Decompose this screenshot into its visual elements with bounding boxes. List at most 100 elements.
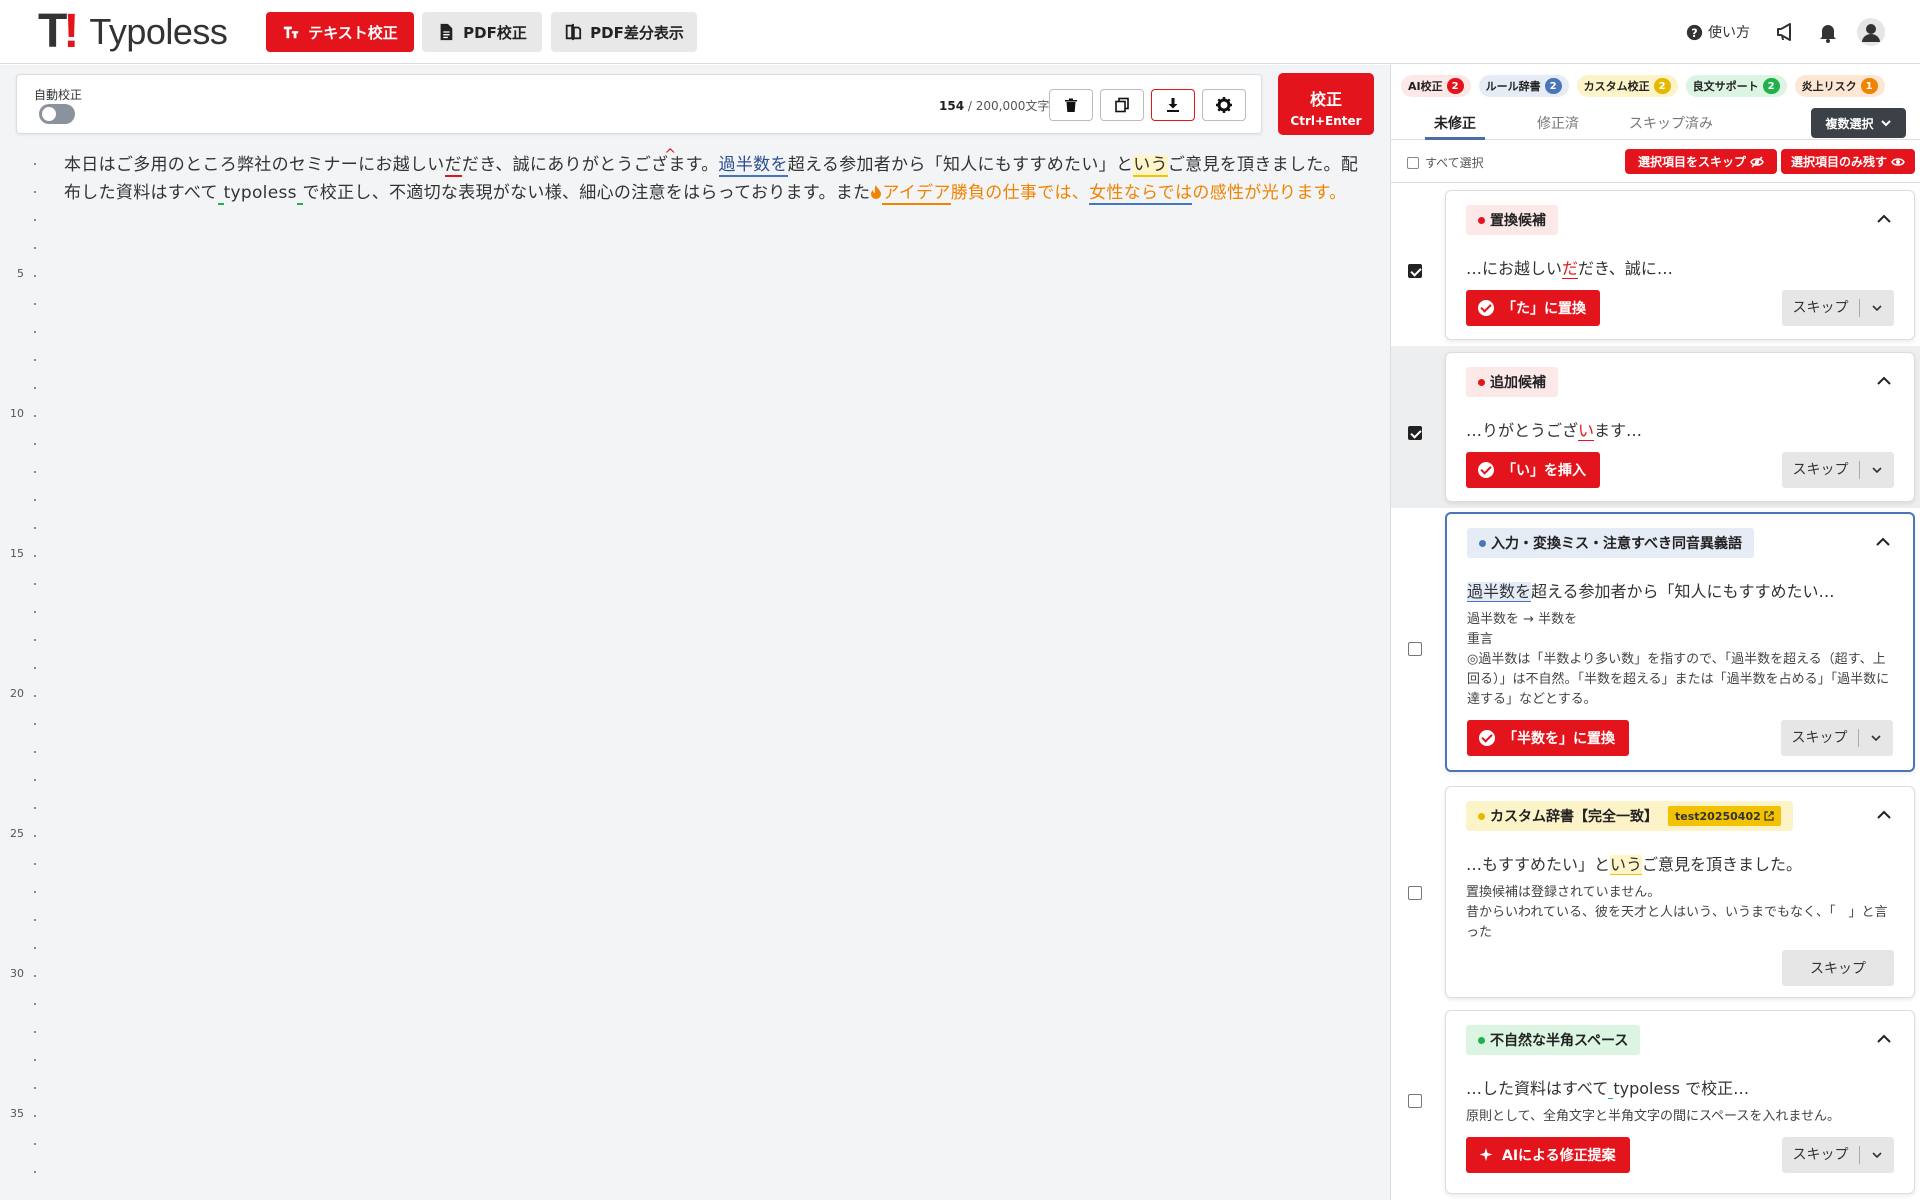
skip-selected-button[interactable]: 選択項目をスキップ: [1625, 149, 1777, 174]
risk-mark-idea[interactable]: アイデア: [882, 183, 951, 205]
apply-fix-button[interactable]: 「半数を」に置換: [1467, 720, 1629, 756]
document-text[interactable]: 本日はご多用のところ弊社のセミナーにお越しいだだき、誠にありがとうござます。過半…: [64, 151, 1366, 207]
category-chip[interactable]: ルール辞書 2: [1478, 75, 1569, 97]
proofread-shortcut: Ctrl+Enter: [1290, 114, 1362, 128]
char-count: 154 / 200,000文字: [939, 97, 1049, 114]
skip-dropdown[interactable]: [1859, 732, 1893, 744]
card-snippet: …した資料はすべて typoless で校正…: [1466, 1075, 1749, 1099]
suggestion-card[interactable]: 不自然な半角スペース …した資料はすべて typoless で校正… 原則として…: [1445, 1010, 1915, 1194]
skip-dropdown[interactable]: [1860, 302, 1894, 314]
category-chip[interactable]: カスタム校正 2: [1576, 75, 1678, 97]
line-number: 20: [10, 687, 24, 700]
error-mark-iu[interactable]: いう: [1133, 155, 1168, 177]
line-number: 25: [10, 827, 24, 840]
line-marker: [34, 835, 36, 837]
row-checkbox[interactable]: [1408, 642, 1422, 656]
suggestion-card[interactable]: 追加候補 …りがとうございます… 「い」を挿入 スキップ: [1445, 352, 1915, 502]
char-count-value: 154: [939, 99, 965, 113]
chip-label: カスタム校正: [1583, 80, 1650, 93]
snippet-text: だき、誠に…: [1578, 259, 1673, 278]
chevron-up-icon[interactable]: [1875, 534, 1891, 550]
multi-select-button[interactable]: 複数選択: [1811, 108, 1906, 138]
clear-button[interactable]: [1049, 89, 1093, 121]
chevron-down-icon: [1872, 305, 1882, 312]
skip-button[interactable]: スキップ: [1782, 1137, 1894, 1173]
category-chip[interactable]: AI校正 2: [1401, 75, 1471, 97]
snippet-highlight: いう: [1610, 855, 1643, 875]
snippet-text: typoless で校正…: [1613, 1079, 1750, 1098]
card-description: 置換候補は登録されていません。 昔からいわれている、彼を天才と人はいう、いうまで…: [1466, 883, 1898, 943]
bell-icon[interactable]: [1816, 20, 1840, 44]
select-all[interactable]: すべて選択: [1407, 154, 1484, 171]
description-line: 原則として、全角文字と半角文字の間にスペースを入れません。: [1466, 1109, 1841, 1124]
suggestion-card-active[interactable]: 入力・変換ミス・注意すべき同音異義語 過半数を超える参加者から「知人にもすすめた…: [1445, 512, 1915, 772]
skip-button[interactable]: スキップ: [1782, 290, 1894, 326]
row-checkbox[interactable]: [1408, 264, 1422, 278]
dictionary-link[interactable]: test20250402: [1668, 806, 1781, 826]
text-segment: で校正し、不適切な表現がない様、細心の注意をはらっております。また: [302, 183, 871, 203]
auto-proofread-toggle[interactable]: [39, 104, 75, 124]
suggestion-card[interactable]: カスタム辞書【完全一致】 test20250402 …もすすめたい」というご意見を…: [1445, 786, 1915, 998]
line-marker: [34, 471, 36, 473]
category-chip[interactable]: 良文サポート 2: [1685, 75, 1787, 97]
snippet-text: …にお越しい: [1466, 259, 1563, 278]
line-marker: [34, 807, 36, 809]
user-icon[interactable]: [1857, 18, 1885, 46]
row-checkbox[interactable]: [1408, 886, 1422, 900]
line-marker: [34, 751, 36, 753]
line-marker: [34, 695, 36, 697]
suggestion-card[interactable]: 置換候補 …にお越しいだだき、誠に… 「た」に置換 スキップ: [1445, 190, 1915, 340]
line-marker: [34, 723, 36, 725]
line-marker: [34, 191, 36, 193]
check-circle-icon: [1478, 462, 1494, 478]
skip-button[interactable]: スキップ: [1781, 720, 1893, 756]
megaphone-icon[interactable]: [1774, 20, 1798, 44]
app-logo[interactable]: T! Typoless: [38, 8, 228, 56]
chevron-up-icon[interactable]: [1876, 373, 1892, 389]
ai-suggest-button[interactable]: AIによる修正提案: [1466, 1137, 1630, 1173]
row-checkbox[interactable]: [1408, 1094, 1422, 1108]
tab-skipped[interactable]: スキップ済み: [1629, 113, 1713, 140]
skip-dropdown[interactable]: [1860, 1149, 1894, 1161]
line-marker: [34, 611, 36, 613]
error-mark-da[interactable]: だ: [444, 155, 462, 177]
chevron-up-icon[interactable]: [1876, 1031, 1892, 1047]
snippet-text: ご意見を頂きました。: [1642, 855, 1803, 874]
text-segment: だき、誠にありがとうござ: [461, 155, 669, 175]
skip-button[interactable]: スキップ: [1782, 950, 1894, 986]
line-marker: [34, 891, 36, 893]
apply-fix-label: 「半数を」に置換: [1503, 731, 1615, 747]
card-snippet: …りがとうございます…: [1466, 417, 1642, 441]
pdf-proofread-button[interactable]: PDF校正: [422, 12, 542, 52]
skip-button[interactable]: スキップ: [1782, 452, 1894, 488]
help-link[interactable]: ? 使い方: [1686, 22, 1750, 42]
line-marker: [34, 919, 36, 921]
apply-fix-button[interactable]: 「た」に置換: [1466, 290, 1600, 326]
ai-suggest-label: AIによる修正提案: [1502, 1148, 1616, 1164]
keep-selected-button[interactable]: 選択項目のみ残す: [1781, 149, 1915, 174]
skip-dropdown[interactable]: [1860, 464, 1894, 476]
apply-fix-button[interactable]: 「い」を挿入: [1466, 452, 1600, 488]
skip-label: スキップ: [1781, 729, 1859, 747]
chevron-up-icon[interactable]: [1876, 807, 1892, 823]
proofread-button[interactable]: 校正 Ctrl+Enter: [1278, 73, 1374, 135]
download-button[interactable]: [1151, 89, 1195, 121]
risk-mark-josei[interactable]: 女性ならでは: [1089, 183, 1193, 205]
editor-area: 自動校正 154 / 200,000文字 校正 Ctrl+Enter 5 10 15…: [0, 65, 1390, 1200]
copy-button[interactable]: [1100, 89, 1144, 121]
tab-fixed[interactable]: 修正済: [1537, 113, 1579, 140]
tab-unfixed[interactable]: 未修正: [1425, 113, 1485, 140]
editor-toolbar: 自動校正 154 / 200,000文字: [16, 74, 1262, 134]
snippet-text: …した資料はすべて: [1466, 1079, 1609, 1098]
row-checkbox[interactable]: [1408, 426, 1422, 440]
settings-button[interactable]: [1202, 89, 1246, 121]
card-tag: 追加候補: [1466, 367, 1558, 397]
category-chip[interactable]: 炎上リスク 1: [1794, 75, 1885, 97]
pdf-diff-button[interactable]: PDF差分表示: [551, 12, 697, 52]
text-proofread-button[interactable]: テキスト校正: [266, 12, 414, 52]
error-mark-kahansuu[interactable]: 過半数を: [718, 155, 788, 177]
snippet-text: …もすすめたい」と: [1466, 855, 1611, 874]
chevron-up-icon[interactable]: [1876, 211, 1892, 227]
category-chips: AI校正 2 ルール辞書 2 カスタム校正 2 良文サポート 2 炎上リスク 1: [1401, 75, 1885, 97]
select-all-checkbox[interactable]: [1407, 156, 1419, 169]
